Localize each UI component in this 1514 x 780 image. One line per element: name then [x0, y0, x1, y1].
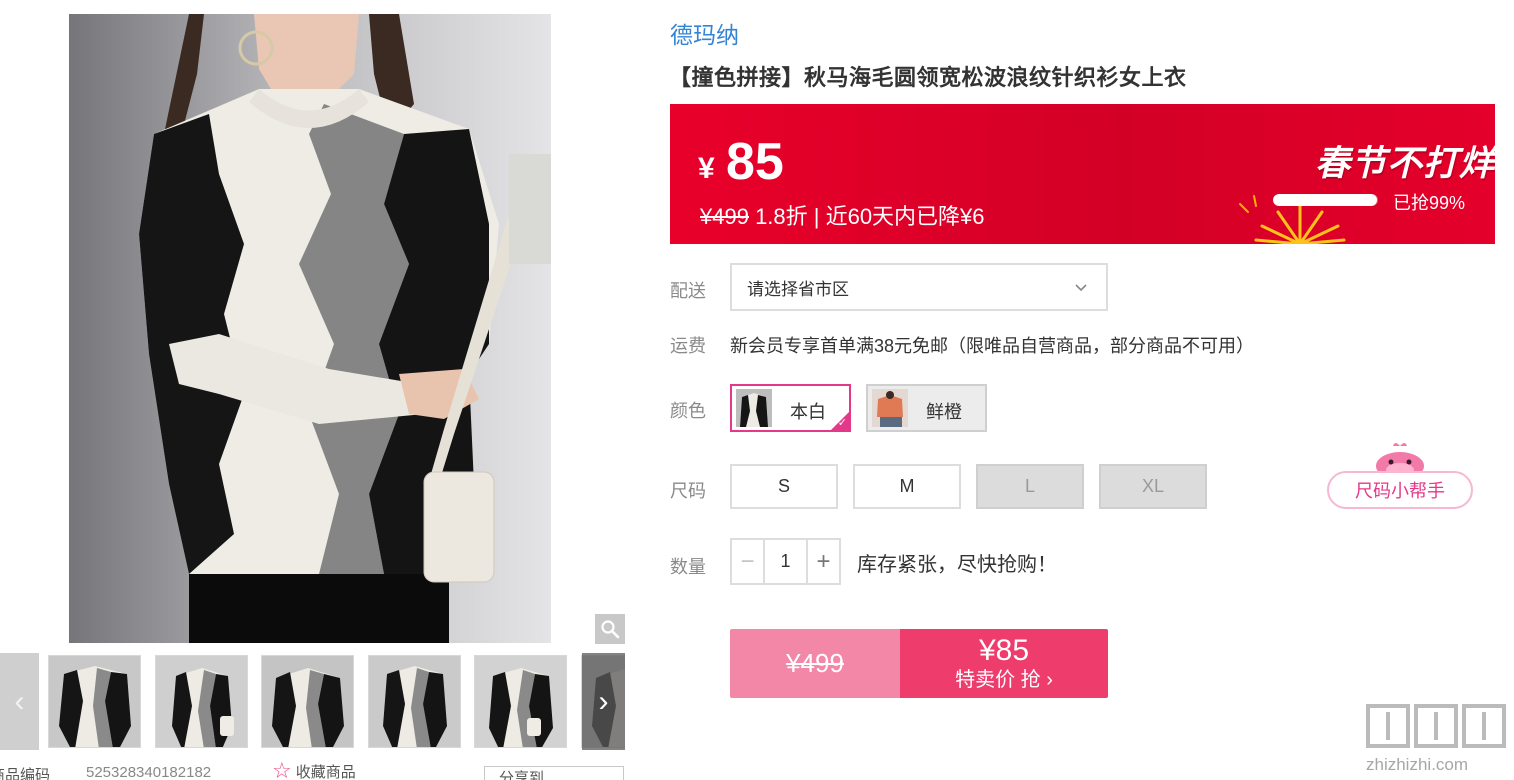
- color-swatch-image: [736, 389, 772, 427]
- quantity-stepper: − 1 +: [730, 538, 841, 585]
- size-helper-label: 尺码小帮手: [1327, 471, 1473, 509]
- thumbnail-2[interactable]: [155, 655, 248, 748]
- shipping-label: 运费: [670, 336, 706, 356]
- thumbnail-3[interactable]: [261, 655, 354, 748]
- favorite-label: 收藏商品: [295, 763, 356, 780]
- product-code-label: 商品编码: [0, 767, 51, 780]
- buy-label: 特卖价 抢 ›: [955, 668, 1053, 691]
- color-option-orange[interactable]: 鲜橙: [866, 384, 987, 432]
- checkmark-icon: ✓: [837, 417, 847, 429]
- shipping-text: 新会员专享首单满38元免邮（限唯品自营商品，部分商品不可用）: [730, 336, 1255, 356]
- chevron-right-icon: ›: [598, 684, 609, 718]
- star-icon: ☆: [272, 758, 292, 780]
- thumb-prev-button[interactable]: ‹: [0, 653, 39, 750]
- price-banner: ¥ 85 ¥499 1.8折 | 近60天内已降¥6 春节不打烊 已抢99%: [670, 104, 1495, 244]
- delivery-label: 配送: [670, 281, 706, 301]
- buy-price: ¥85: [978, 633, 1030, 667]
- share-label: 分享到: [499, 770, 545, 780]
- size-helper-button[interactable]: 尺码小帮手: [1327, 440, 1473, 510]
- buy-original-price[interactable]: ¥499: [730, 629, 900, 698]
- chevron-left-icon: ‹: [14, 684, 25, 718]
- thumbnail-5[interactable]: [474, 655, 567, 748]
- product-code-value: 525328340182182: [86, 764, 212, 780]
- size-option-l[interactable]: L: [976, 464, 1084, 509]
- thumbnail-image: [475, 656, 566, 747]
- chevron-down-icon: [1075, 284, 1087, 292]
- sweater-photo: [69, 14, 551, 643]
- color-swatch-image: [872, 389, 908, 427]
- thumbnail-image: [369, 656, 460, 747]
- main-product-image[interactable]: [69, 14, 551, 643]
- size-option-m[interactable]: M: [853, 464, 961, 509]
- thumbnail-1[interactable]: [48, 655, 141, 748]
- size-option-s[interactable]: S: [730, 464, 838, 509]
- sold-progress-bar: [1273, 194, 1378, 206]
- currency-symbol: ¥: [698, 152, 715, 185]
- color-option-label: 鲜橙: [926, 402, 962, 422]
- sale-price: 85: [726, 133, 784, 191]
- promo-title: 春节不打烊: [1315, 144, 1495, 183]
- thumbnail-image: [262, 656, 353, 747]
- price-subline: ¥499 1.8折 | 近60天内已降¥6: [700, 199, 985, 231]
- magnifier-icon: [601, 620, 620, 639]
- watermark-logo: zhizhizhi.com: [1366, 704, 1506, 774]
- size-label: 尺码: [670, 481, 706, 501]
- thumbnail-image: [156, 656, 247, 747]
- sold-progress-fill: [1273, 194, 1377, 206]
- fireworks-decoration: [1239, 195, 1346, 244]
- buy-now-button[interactable]: ¥85 特卖价 抢 ›: [900, 629, 1108, 698]
- stock-warning: 库存紧张，尽快抢购！: [857, 554, 1057, 576]
- product-meta-row: 商品编码 525328340182182 ☆ 收藏商品 分享到: [0, 758, 640, 780]
- quantity-plus-button[interactable]: +: [806, 540, 839, 583]
- share-button[interactable]: 分享到: [484, 766, 624, 780]
- thumbnail-image: [49, 656, 140, 747]
- color-option-white[interactable]: 本白 ✓: [730, 384, 851, 432]
- original-price: ¥499: [700, 204, 749, 229]
- quantity-minus-button[interactable]: −: [732, 540, 765, 583]
- favorite-button[interactable]: ☆ 收藏商品: [272, 758, 356, 780]
- thumbnail-4[interactable]: [368, 655, 461, 748]
- color-option-label: 本白: [790, 402, 826, 422]
- thumbnail-strip: ‹ ›: [0, 653, 625, 750]
- region-select-value: 请选择省市区: [747, 279, 849, 299]
- quantity-value[interactable]: 1: [765, 540, 806, 583]
- svg-text:zhizhizhi.com: zhizhizhi.com: [1366, 755, 1468, 774]
- discount-text: 1.8折 | 近60天内已降¥6: [748, 204, 985, 229]
- size-option-xl[interactable]: XL: [1099, 464, 1207, 509]
- brand-link[interactable]: 德玛纳: [670, 16, 739, 50]
- quantity-label: 数量: [670, 557, 706, 577]
- sold-progress-text: 已抢99%: [1393, 193, 1466, 213]
- zoom-button[interactable]: [595, 614, 625, 644]
- region-select[interactable]: 请选择省市区: [730, 263, 1108, 311]
- thumb-next-button[interactable]: ›: [582, 653, 625, 750]
- color-label: 颜色: [670, 401, 706, 421]
- buy-button-group: ¥499 ¥85 特卖价 抢 ›: [730, 629, 1108, 698]
- site-watermark: zhizhizhi.com: [1362, 700, 1512, 778]
- product-title: 【撞色拼接】秋马海毛圆领宽松波浪纹针织衫女上衣: [669, 65, 1187, 90]
